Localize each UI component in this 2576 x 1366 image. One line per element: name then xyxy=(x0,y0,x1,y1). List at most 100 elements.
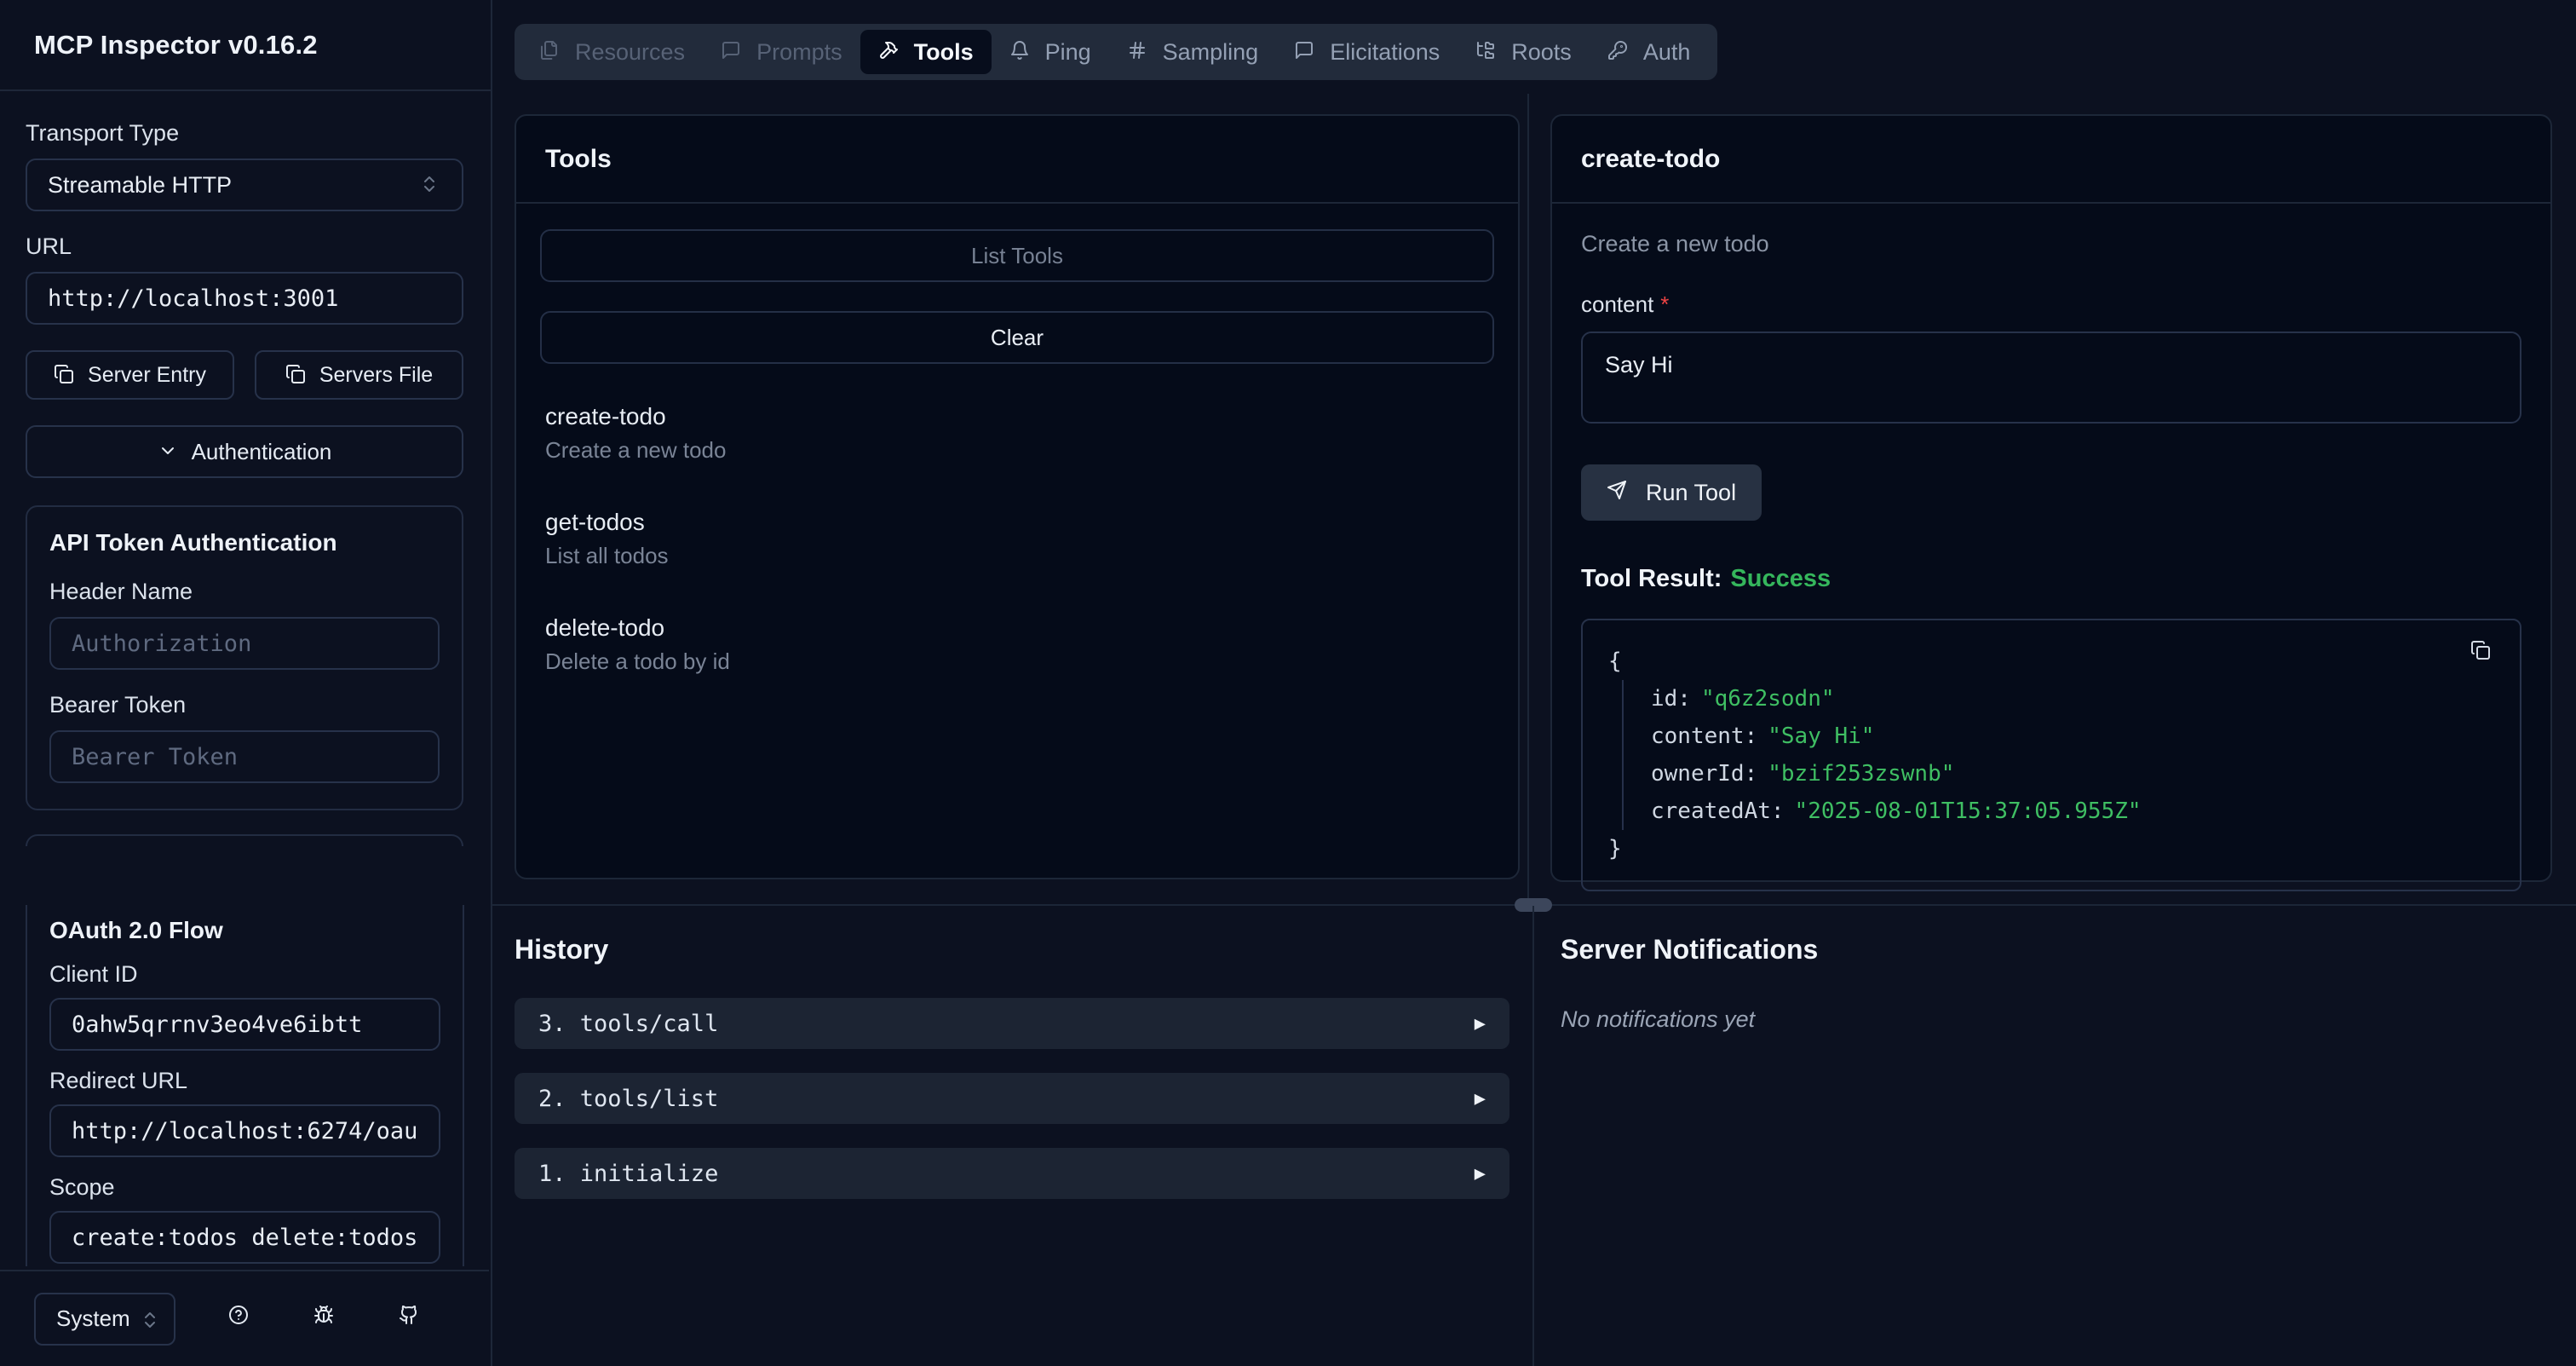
history-row[interactable]: 3. tools/call ▶ xyxy=(515,998,1509,1049)
report-bug-button[interactable] xyxy=(313,1305,342,1334)
bottom-vertical-divider xyxy=(1532,906,1534,1366)
redirect-url-label: Redirect URL xyxy=(49,1068,440,1094)
github-button[interactable] xyxy=(399,1305,428,1334)
json-key: content: xyxy=(1651,723,1757,749)
main-area: Resources Prompts Tools Ping Sampling El… xyxy=(492,0,2576,1366)
files-icon xyxy=(539,40,564,65)
tab-label: Resources xyxy=(575,39,685,66)
oauth-card: OAuth 2.0 Flow Client ID Redirect URL Sc… xyxy=(26,905,464,1266)
scope-input[interactable] xyxy=(49,1211,440,1264)
json-value: "q6z2sodn" xyxy=(1701,686,1835,712)
help-button[interactable] xyxy=(228,1305,257,1334)
bearer-token-input[interactable] xyxy=(49,730,440,783)
app-title: MCP Inspector v0.16.2 xyxy=(34,30,318,61)
field-label-text: content xyxy=(1581,291,1653,317)
expand-icon: ▶ xyxy=(1475,1088,1486,1110)
json-entries: id:"q6z2sodn" content:"Say Hi" ownerId:"… xyxy=(1622,680,2494,830)
client-id-input[interactable] xyxy=(49,998,440,1051)
tab-resources[interactable]: Resources xyxy=(521,30,703,74)
tab-label: Tools xyxy=(914,39,974,66)
list-item[interactable]: get-todos List all todos xyxy=(545,507,1489,570)
tool-name: create-todo xyxy=(545,401,1489,432)
tool-description: Delete a todo by id xyxy=(545,647,1489,676)
clear-tools-button[interactable]: Clear xyxy=(540,311,1494,364)
copy-icon xyxy=(2470,640,2498,667)
run-tool-button[interactable]: Run Tool xyxy=(1581,464,1762,521)
list-item[interactable]: delete-todo Delete a todo by id xyxy=(545,613,1489,676)
status-badge: Success xyxy=(1730,565,1831,592)
tool-detail-panel: create-todo Create a new todo content* S… xyxy=(1550,114,2552,882)
tool-result-label: Tool Result: xyxy=(1581,565,1722,592)
help-circle-icon xyxy=(228,1305,257,1334)
list-item[interactable]: create-todo Create a new todo xyxy=(545,401,1489,464)
folder-tree-icon xyxy=(1475,40,1500,65)
tab-label: Sampling xyxy=(1163,39,1259,66)
github-icon xyxy=(399,1305,428,1334)
url-input[interactable] xyxy=(26,272,463,325)
authentication-label: Authentication xyxy=(192,439,332,465)
theme-select[interactable]: System xyxy=(34,1293,175,1346)
tools-panel: Tools List Tools Clear create-todo Creat… xyxy=(515,114,1520,879)
history-entry-label: 3. tools/call xyxy=(538,1011,718,1037)
tool-detail-description: Create a new todo xyxy=(1581,231,2521,257)
header-name-label: Header Name xyxy=(49,579,440,605)
notifications-empty-message: No notifications yet xyxy=(1561,1006,2515,1033)
history-row[interactable]: 2. tools/list ▶ xyxy=(515,1073,1509,1124)
sidebar-scroll-area[interactable]: Transport Type Streamable HTTP URL Serve… xyxy=(0,93,489,846)
chevrons-up-down-icon xyxy=(419,174,441,196)
json-entry: content: "Say Hi" xyxy=(1651,718,2494,755)
server-notifications-title: Server Notifications xyxy=(1561,934,2515,965)
servers-file-button[interactable]: Servers File xyxy=(255,350,463,400)
tool-result-json: { id:"q6z2sodn" content:"Say Hi" ownerId… xyxy=(1581,619,2521,891)
history-entry-label: 1. initialize xyxy=(538,1161,718,1187)
url-label: URL xyxy=(26,233,463,260)
tools-panel-header: Tools xyxy=(516,116,1518,204)
json-key: id: xyxy=(1651,686,1691,712)
tab-roots[interactable]: Roots xyxy=(1458,30,1590,74)
tab-sampling[interactable]: Sampling xyxy=(1109,30,1277,74)
sidebar: MCP Inspector v0.16.2 Transport Type Str… xyxy=(0,0,492,1366)
bug-icon xyxy=(313,1305,342,1334)
required-marker: * xyxy=(1660,291,1669,317)
json-key: createdAt: xyxy=(1651,798,1785,824)
tab-label: Ping xyxy=(1045,39,1091,66)
history-entry-label: 2. tools/list xyxy=(538,1086,718,1112)
scope-label: Scope xyxy=(49,1174,440,1201)
tab-auth[interactable]: Auth xyxy=(1590,30,1709,74)
tab-label: Elicitations xyxy=(1330,39,1440,66)
content-field[interactable]: Say Hi xyxy=(1581,331,2521,424)
list-tools-button[interactable]: List Tools xyxy=(540,229,1494,282)
transport-type-label: Transport Type xyxy=(26,120,463,147)
tab-tools[interactable]: Tools xyxy=(860,30,992,74)
hash-icon xyxy=(1127,40,1152,65)
expand-icon: ▶ xyxy=(1475,1163,1486,1184)
header-name-input[interactable] xyxy=(49,617,440,670)
authentication-toggle[interactable]: Authentication xyxy=(26,425,463,478)
history-panel: History 3. tools/call ▶ 2. tools/list ▶ … xyxy=(515,934,1509,1223)
copy-result-button[interactable] xyxy=(2470,639,2499,668)
tab-label: Prompts xyxy=(756,39,842,66)
tab-elicitations[interactable]: Elicitations xyxy=(1276,30,1458,74)
json-close-brace: } xyxy=(1608,830,2494,867)
json-value: "Say Hi" xyxy=(1768,723,1874,749)
json-value: "2025-08-01T15:37:05.955Z" xyxy=(1795,798,2142,824)
history-row[interactable]: 1. initialize ▶ xyxy=(515,1148,1509,1199)
json-entry: id: "q6z2sodn" xyxy=(1651,680,2494,718)
tab-ping[interactable]: Ping xyxy=(992,30,1109,74)
vertical-splitter[interactable] xyxy=(1527,94,1529,904)
tab-label: Auth xyxy=(1643,39,1691,66)
key-icon xyxy=(1607,40,1632,65)
tool-description: List all todos xyxy=(545,541,1489,570)
send-icon xyxy=(1607,480,1632,505)
tool-name: delete-todo xyxy=(545,613,1489,643)
server-entry-button[interactable]: Server Entry xyxy=(26,350,234,400)
transport-type-select[interactable]: Streamable HTTP xyxy=(26,159,463,211)
redirect-url-input[interactable] xyxy=(49,1104,440,1157)
oauth-title: OAuth 2.0 Flow xyxy=(49,917,440,944)
content-field-label: content * xyxy=(1581,291,2521,318)
tab-label: Roots xyxy=(1511,39,1572,66)
json-open-brace: { xyxy=(1608,643,2494,680)
history-title: History xyxy=(515,934,1509,965)
tab-prompts[interactable]: Prompts xyxy=(703,30,860,74)
json-entry: createdAt: "2025-08-01T15:37:05.955Z" xyxy=(1651,793,2494,830)
